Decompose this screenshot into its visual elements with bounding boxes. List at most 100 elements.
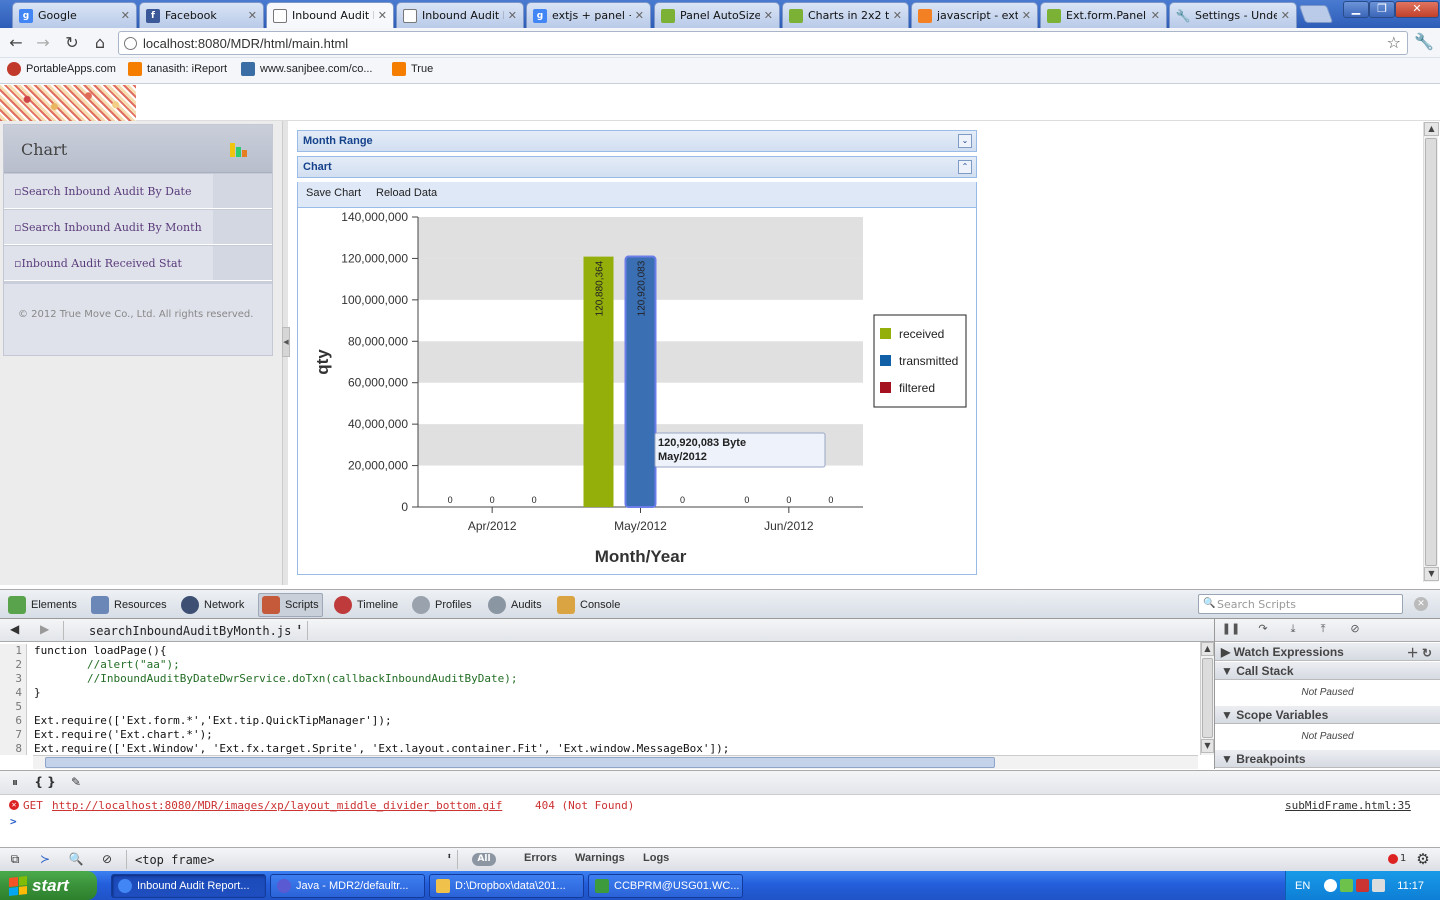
minimize-icon[interactable]: ▁ bbox=[1343, 1, 1369, 18]
reload-icon[interactable]: ↻ bbox=[61, 32, 83, 54]
pretty-print-icon[interactable]: { } bbox=[34, 775, 56, 792]
code-horizontal-scrollbar[interactable] bbox=[33, 755, 1198, 769]
step-out-icon[interactable]: ⤒ bbox=[1311, 622, 1335, 639]
volume-tray-icon[interactable] bbox=[1372, 879, 1386, 892]
nav-back-icon[interactable]: ◀ bbox=[10, 622, 19, 636]
line-number[interactable]: 6 bbox=[0, 714, 27, 728]
console-prompt[interactable]: > bbox=[10, 815, 17, 828]
browser-tab-extjs-panel[interactable]: g extjs + panel +a ✕ bbox=[526, 2, 651, 28]
devtools-tab-timeline[interactable]: Timeline bbox=[331, 593, 401, 617]
window-close-icon[interactable]: ✕ bbox=[1395, 1, 1439, 18]
scroll-up-icon[interactable]: ▲ bbox=[1201, 642, 1214, 656]
new-tab-button[interactable] bbox=[1298, 5, 1334, 23]
close-icon[interactable]: ✕ bbox=[121, 9, 130, 22]
address-bar[interactable]: localhost:8080/MDR/html/main.html ☆ bbox=[118, 31, 1408, 55]
close-icon[interactable]: ✕ bbox=[1281, 9, 1290, 22]
close-icon[interactable]: ✕ bbox=[508, 9, 517, 22]
reload-data-button[interactable]: Reload Data bbox=[376, 187, 437, 199]
language-indicator[interactable]: EN bbox=[1295, 880, 1310, 892]
call-stack-header[interactable]: ▼ Call Stack bbox=[1215, 661, 1440, 680]
collapse-icon[interactable]: ⌃ bbox=[958, 160, 972, 174]
close-icon[interactable]: ✕ bbox=[635, 9, 644, 22]
browser-tab-javascript-extj[interactable]: javascript - extJ ✕ bbox=[911, 2, 1038, 28]
nav-forward-icon[interactable]: ▶ bbox=[40, 622, 49, 636]
watch-expressions-header[interactable]: ▶ Watch Expressions ＋ ↻ bbox=[1215, 642, 1440, 661]
bookmark-sanjbee[interactable]: www.sanjbee.com/co... bbox=[241, 62, 373, 76]
taskbar-item-chrome[interactable]: Inbound Audit Report... bbox=[111, 874, 266, 898]
close-icon[interactable]: ✕ bbox=[1151, 9, 1160, 22]
line-number[interactable]: 4 bbox=[0, 686, 27, 700]
show-console-icon[interactable]: ≻ bbox=[34, 852, 56, 869]
devtools-tab-profiles[interactable]: Profiles bbox=[409, 593, 475, 617]
page-scrollbar[interactable]: ▲ ▼ bbox=[1423, 122, 1439, 582]
menu-item-search-by-month[interactable]: ▫ Search Inbound Audit By Month bbox=[4, 209, 272, 245]
devtools-tab-console[interactable]: Console bbox=[554, 593, 623, 617]
close-devtools-icon[interactable]: ✕ bbox=[1414, 597, 1428, 611]
taskbar-item-explorer[interactable]: D:\Dropbox\data\201... bbox=[429, 874, 584, 898]
back-arrow-icon[interactable]: ← bbox=[5, 32, 27, 54]
error-count-badge[interactable]: 1 bbox=[1388, 853, 1406, 864]
devtools-tab-elements[interactable]: Elements bbox=[5, 593, 80, 617]
breakpoints-header[interactable]: ▼ Breakpoints bbox=[1215, 749, 1440, 768]
close-icon[interactable]: ✕ bbox=[378, 9, 387, 22]
antivirus-tray-icon[interactable] bbox=[1340, 879, 1354, 892]
pause-on-exceptions-icon[interactable]: ⏸ bbox=[4, 775, 26, 792]
edit-icon[interactable]: ✎ bbox=[65, 775, 87, 792]
code-vertical-scrollbar[interactable]: ▲ ▼ bbox=[1200, 642, 1214, 755]
forward-arrow-icon[interactable]: → bbox=[32, 32, 54, 54]
devtools-tab-resources[interactable]: Resources bbox=[88, 593, 170, 617]
browser-tab-facebook[interactable]: f Facebook ✕ bbox=[139, 2, 264, 28]
line-number[interactable]: 1 bbox=[0, 644, 27, 658]
scroll-down-icon[interactable]: ▼ bbox=[1201, 739, 1214, 753]
wrench-icon[interactable]: 🔧 bbox=[1414, 32, 1434, 51]
console-output[interactable]: ✕ GET http://localhost:8080/MDR/images/x… bbox=[0, 795, 1440, 847]
start-button[interactable]: start bbox=[0, 871, 97, 900]
scroll-thumb[interactable] bbox=[1202, 658, 1213, 738]
code-editor[interactable]: 1 function loadPage(){2 //alert("aa"); 3 /… bbox=[0, 642, 1200, 755]
script-file-select[interactable]: searchInboundAuditByMonth.js ⬍ bbox=[63, 621, 308, 640]
line-number[interactable]: 5 bbox=[0, 700, 27, 714]
close-icon[interactable]: ✕ bbox=[764, 9, 773, 22]
line-number[interactable]: 2 bbox=[0, 658, 27, 672]
search-icon[interactable]: 🔍 bbox=[65, 852, 87, 869]
filter-errors-button[interactable]: Errors bbox=[524, 852, 557, 864]
browser-tab-panel-autosize[interactable]: Panel AutoSize I ✕ bbox=[654, 2, 780, 28]
scroll-down-icon[interactable]: ▼ bbox=[1424, 567, 1439, 581]
devtools-tab-scripts[interactable]: Scripts bbox=[258, 593, 323, 617]
filter-warnings-button[interactable]: Warnings bbox=[575, 852, 625, 864]
step-over-icon[interactable]: ↷ bbox=[1251, 622, 1275, 639]
app-tray-icon[interactable] bbox=[1356, 879, 1370, 892]
browser-tab-charts-2x2[interactable]: Charts in 2x2 tal ✕ bbox=[782, 2, 909, 28]
month-range-panel-header[interactable]: Month Range ⌄ bbox=[297, 130, 977, 152]
frame-select[interactable]: <top frame> ⬍ bbox=[126, 850, 458, 869]
browser-tab-settings[interactable]: 🔧 Settings - Under ✕ bbox=[1169, 2, 1297, 28]
settings-gear-icon[interactable]: ⚙ bbox=[1412, 850, 1434, 868]
taskbar-item-database[interactable]: CCBPRM@USG01.WC... bbox=[588, 874, 743, 898]
close-icon[interactable]: ✕ bbox=[1022, 9, 1031, 22]
chart-panel-header[interactable]: Chart ⌃ bbox=[297, 156, 977, 178]
watch-add-refresh-icons[interactable]: ＋ ↻ bbox=[1407, 644, 1432, 661]
devtools-tab-network[interactable]: Network bbox=[178, 593, 247, 617]
maximize-icon[interactable]: ❐ bbox=[1369, 1, 1395, 18]
close-icon[interactable]: ✕ bbox=[893, 9, 902, 22]
save-chart-button[interactable]: Save Chart bbox=[306, 187, 361, 199]
menu-item-search-by-date[interactable]: ▫ Search Inbound Audit By Date bbox=[4, 173, 272, 209]
taskbar-item-eclipse[interactable]: Java - MDR2/defaultr... bbox=[270, 874, 425, 898]
deactivate-breakpoints-icon[interactable]: ⊘ bbox=[1343, 622, 1367, 639]
expand-icon[interactable]: ⌄ bbox=[958, 134, 972, 148]
bookmark-portableapps[interactable]: PortableApps.com bbox=[7, 62, 116, 76]
browser-tab-inbound-audit-report[interactable]: Inbound Audit R ✕ bbox=[266, 2, 394, 28]
devtools-tab-audits[interactable]: Audits bbox=[485, 593, 545, 617]
pause-icon[interactable]: ❚❚ bbox=[1219, 622, 1243, 639]
bookmark-ireport[interactable]: tanasith: iReport bbox=[128, 62, 227, 76]
bookmark-true[interactable]: True bbox=[392, 62, 433, 76]
dock-icon[interactable]: ⧉ bbox=[4, 852, 26, 869]
browser-tab-inbound-audit-b[interactable]: Inbound Audit B ✕ bbox=[396, 2, 524, 28]
network-tray-icon[interactable] bbox=[1324, 879, 1338, 892]
home-icon[interactable]: ⌂ bbox=[89, 32, 111, 54]
scroll-thumb[interactable] bbox=[45, 757, 995, 768]
search-scripts-input[interactable]: Search Scripts bbox=[1198, 594, 1403, 614]
scroll-thumb[interactable] bbox=[1425, 138, 1437, 566]
collapse-arrow-icon[interactable]: ◀ bbox=[282, 327, 290, 357]
error-url-link[interactable]: http://localhost:8080/MDR/images/xp/layo… bbox=[52, 799, 502, 812]
